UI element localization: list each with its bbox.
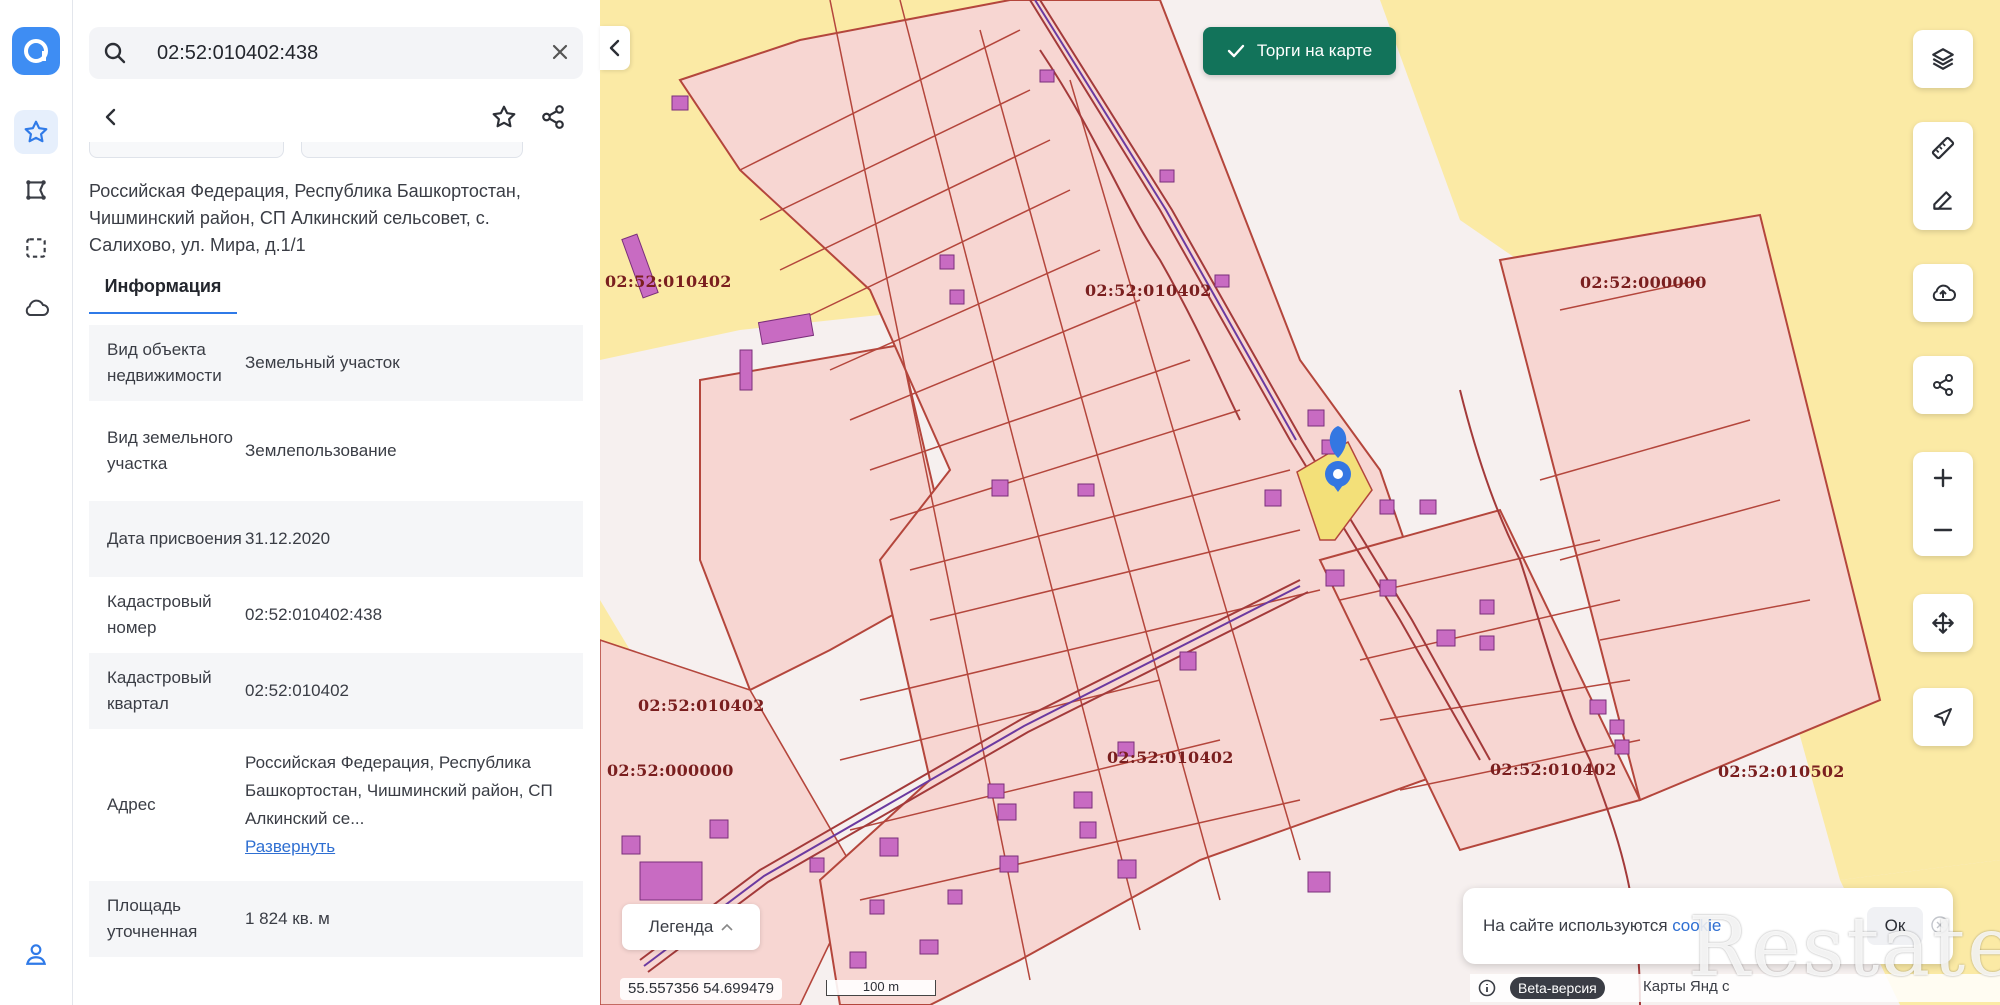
search-input[interactable]: 02:52:010402:438 (157, 27, 318, 79)
search-bar[interactable]: 02:52:010402:438 (89, 27, 583, 79)
row-key: Кадастровый номер (107, 592, 212, 637)
select-area-icon[interactable] (14, 226, 58, 270)
table-row: Кадастровый квартал 02:52:010402 (89, 653, 583, 729)
number-chip[interactable] (89, 142, 284, 158)
cloud-upload-icon[interactable] (1913, 264, 1973, 322)
coordinates-readout: 55.557356 54.699479 (620, 978, 782, 1000)
back-button[interactable] (89, 95, 133, 139)
locate-control (1913, 688, 1973, 746)
share-button[interactable] (533, 97, 573, 137)
tab-information[interactable]: Информация (89, 268, 237, 314)
logo-icon[interactable] (12, 27, 60, 75)
chevron-left-icon (609, 39, 620, 57)
expand-link[interactable]: Развернуть (245, 837, 335, 856)
block-label: 02:52:000000 (1580, 273, 1707, 292)
chevron-left-icon (105, 108, 116, 126)
watermark: Restate (1688, 900, 2000, 995)
beta-badge: Beta-версия (1510, 977, 1605, 999)
chevron-up-icon (721, 923, 733, 931)
row-key: Вид земельного участка (107, 428, 234, 473)
block-label: 02:52:010402 (638, 696, 765, 715)
address-value: Российская Федерация, Республика Башкорт… (245, 753, 553, 828)
cadastral-chips-row (89, 142, 583, 164)
minus-icon (1933, 528, 1953, 532)
row-key: Площадь уточненная (89, 881, 245, 957)
star-outline-icon (492, 105, 516, 128)
block-label: 02:52:010402 (1107, 748, 1234, 767)
zoom-out-button[interactable] (1913, 504, 1973, 556)
measure-tools (1913, 122, 1973, 230)
row-key: Дата присвоения (89, 501, 245, 577)
row-value: Землепользование (245, 441, 397, 460)
scale-bar: 100 m (826, 980, 936, 996)
move-icon[interactable] (1913, 594, 1973, 652)
row-value: 02:52:010402 (245, 653, 583, 729)
block-label: 02:52:010402 (1490, 760, 1617, 779)
layers-icon[interactable] (1913, 30, 1973, 88)
coordinates-chip[interactable] (301, 142, 523, 158)
block-label: 02:52:010402 (605, 272, 732, 291)
upload-control (1913, 264, 1973, 322)
cloud-icon[interactable] (14, 286, 58, 330)
collapse-panel-button[interactable] (600, 26, 630, 70)
info-icon[interactable] (1478, 979, 1496, 997)
pan-control (1913, 594, 1973, 652)
auction-label: Торги на карте (1256, 41, 1373, 60)
share-control (1913, 356, 1973, 414)
layers-control (1913, 30, 1973, 88)
table-row: Адрес Российская Федерация, Республика Б… (89, 729, 583, 881)
auction-on-map-button[interactable]: Торги на карте (1203, 27, 1396, 75)
object-address: Российская Федерация, Республика Башкорт… (89, 181, 521, 255)
polygon-icon[interactable] (14, 168, 58, 212)
info-panel: 02:52:010402:438 Российская Федерация, Р… (73, 0, 600, 1005)
share-icon[interactable] (1913, 356, 1973, 414)
row-value: 02:52:010402:438 (245, 605, 383, 624)
map-view[interactable]: 02:52:010402 02:52:010402 02:52:000000 0… (600, 0, 2000, 1005)
favorite-button[interactable] (484, 97, 524, 137)
info-table: Вид объекта недвижимости Земельный участ… (89, 325, 583, 957)
edit-icon[interactable] (1913, 174, 1973, 226)
table-row: Дата присвоения 31.12.2020 (89, 501, 583, 577)
left-rail (0, 0, 73, 1005)
table-row: Вид объекта недвижимости Земельный участ… (89, 325, 583, 401)
row-value: Российская Федерация, Республика Башкорт… (245, 729, 583, 881)
row-value: 1 824 кв. м (245, 881, 583, 957)
block-label: 02:52:010402 (1085, 281, 1212, 300)
row-value: Земельный участок (245, 325, 583, 401)
table-row: Площадь уточненная 1 824 кв. м (89, 881, 583, 957)
navigation-arrow-icon[interactable] (1913, 688, 1973, 746)
share-icon (542, 105, 564, 129)
star-icon[interactable] (14, 110, 58, 154)
search-icon (103, 41, 127, 70)
row-key: Кадастровый квартал (89, 653, 245, 729)
legend-button[interactable]: Легенда (622, 904, 760, 950)
zoom-in-button[interactable] (1913, 452, 1973, 504)
ruler-icon[interactable] (1913, 122, 1973, 174)
cadastral-map (600, 0, 2000, 1005)
row-key: Адрес (107, 795, 156, 814)
user-icon[interactable] (14, 932, 58, 976)
block-label: 02:52:010502 (1718, 762, 1845, 781)
plus-icon (1933, 468, 1953, 488)
zoom-control (1913, 452, 1973, 556)
close-icon[interactable] (549, 41, 571, 68)
table-row: Вид земельного участка Землепользование (89, 401, 583, 501)
row-key: Вид объекта недвижимости (89, 325, 245, 401)
legend-label: Легенда (648, 917, 714, 936)
cookie-text: На сайте используются cookie (1483, 916, 1722, 935)
table-row: Кадастровый номер 02:52:010402:438 (89, 577, 583, 653)
check-icon (1227, 44, 1245, 58)
block-label: 02:52:000000 (607, 761, 734, 780)
row-value: 31.12.2020 (245, 501, 583, 577)
